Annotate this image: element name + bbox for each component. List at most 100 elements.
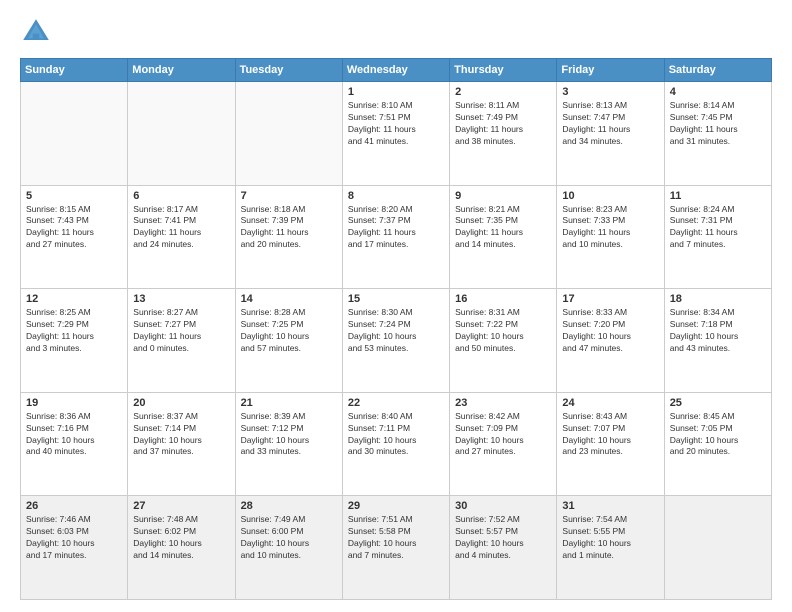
weekday-header-saturday: Saturday bbox=[664, 59, 771, 82]
day-info: Sunrise: 8:28 AM Sunset: 7:25 PM Dayligh… bbox=[241, 307, 337, 355]
calendar-cell: 8Sunrise: 8:20 AM Sunset: 7:37 PM Daylig… bbox=[342, 185, 449, 289]
calendar-cell bbox=[21, 82, 128, 186]
day-number: 3 bbox=[562, 86, 658, 98]
day-number: 4 bbox=[670, 86, 766, 98]
day-info: Sunrise: 8:40 AM Sunset: 7:11 PM Dayligh… bbox=[348, 411, 444, 459]
day-info: Sunrise: 8:24 AM Sunset: 7:31 PM Dayligh… bbox=[670, 204, 766, 252]
logo bbox=[20, 16, 56, 48]
day-number: 21 bbox=[241, 397, 337, 409]
day-number: 12 bbox=[26, 293, 122, 305]
header bbox=[20, 16, 772, 48]
day-number: 24 bbox=[562, 397, 658, 409]
calendar-cell: 13 Sunrise: 8:27 AM Sunset: 7:27 PM Dayli… bbox=[128, 289, 235, 393]
day-number: 7 bbox=[241, 190, 337, 202]
calendar-cell: 4Sunrise: 8:14 AM Sunset: 7:45 PM Daylig… bbox=[664, 82, 771, 186]
calendar-cell: 16 Sunrise: 8:31 AM Sunset: 7:22 PM Dayli… bbox=[450, 289, 557, 393]
weekday-header-friday: Friday bbox=[557, 59, 664, 82]
day-number: 11 bbox=[670, 190, 766, 202]
day-number: 20 bbox=[133, 397, 229, 409]
day-info: Sunrise: 8:13 AM Sunset: 7:47 PM Dayligh… bbox=[562, 100, 658, 148]
day-info: Sunrise: 8:18 AM Sunset: 7:39 PM Dayligh… bbox=[241, 204, 337, 252]
day-info: Sunrise: 8:17 AM Sunset: 7:41 PM Dayligh… bbox=[133, 204, 229, 252]
day-info: Sunrise: 8:45 AM Sunset: 7:05 PM Dayligh… bbox=[670, 411, 766, 459]
calendar-cell: 12 Sunrise: 8:25 AM Sunset: 7:29 PM Dayli… bbox=[21, 289, 128, 393]
day-number: 19 bbox=[26, 397, 122, 409]
day-number: 1 bbox=[348, 86, 444, 98]
day-number: 29 bbox=[348, 500, 444, 512]
calendar-cell: 9Sunrise: 8:21 AM Sunset: 7:35 PM Daylig… bbox=[450, 185, 557, 289]
day-info: Sunrise: 8:34 AM Sunset: 7:18 PM Dayligh… bbox=[670, 307, 766, 355]
day-info: Sunrise: 8:11 AM Sunset: 7:49 PM Dayligh… bbox=[455, 100, 551, 148]
day-info: Sunrise: 8:25 AM Sunset: 7:29 PM Dayligh… bbox=[26, 307, 122, 355]
calendar-cell: 3 Sunrise: 8:13 AM Sunset: 7:47 PM Daylig… bbox=[557, 82, 664, 186]
week-row-3: 12 Sunrise: 8:25 AM Sunset: 7:29 PM Dayli… bbox=[21, 289, 772, 393]
calendar-cell: 31 Sunrise: 7:54 AM Sunset: 5:55 PM Dayli… bbox=[557, 496, 664, 600]
calendar-cell: 29 Sunrise: 7:51 AM Sunset: 5:58 PM Dayli… bbox=[342, 496, 449, 600]
calendar-cell: 7 Sunrise: 8:18 AM Sunset: 7:39 PM Daylig… bbox=[235, 185, 342, 289]
calendar-cell: 5Sunrise: 8:15 AM Sunset: 7:43 PM Daylig… bbox=[21, 185, 128, 289]
day-info: Sunrise: 8:10 AM Sunset: 7:51 PM Dayligh… bbox=[348, 100, 444, 148]
weekday-header-thursday: Thursday bbox=[450, 59, 557, 82]
calendar-table: SundayMondayTuesdayWednesdayThursdayFrid… bbox=[20, 58, 772, 600]
day-number: 18 bbox=[670, 293, 766, 305]
calendar-cell: 28 Sunrise: 7:49 AM Sunset: 6:00 PM Dayli… bbox=[235, 496, 342, 600]
day-number: 10 bbox=[562, 190, 658, 202]
weekday-header-wednesday: Wednesday bbox=[342, 59, 449, 82]
day-number: 8 bbox=[348, 190, 444, 202]
day-info: Sunrise: 8:42 AM Sunset: 7:09 PM Dayligh… bbox=[455, 411, 551, 459]
calendar-cell: 20 Sunrise: 8:37 AM Sunset: 7:14 PM Dayli… bbox=[128, 392, 235, 496]
calendar-cell: 24Sunrise: 8:43 AM Sunset: 7:07 PM Dayli… bbox=[557, 392, 664, 496]
calendar-cell: 10 Sunrise: 8:23 AM Sunset: 7:33 PM Dayli… bbox=[557, 185, 664, 289]
day-number: 2 bbox=[455, 86, 551, 98]
day-info: Sunrise: 8:33 AM Sunset: 7:20 PM Dayligh… bbox=[562, 307, 658, 355]
day-number: 16 bbox=[455, 293, 551, 305]
calendar-cell: 1 Sunrise: 8:10 AM Sunset: 7:51 PM Daylig… bbox=[342, 82, 449, 186]
day-info: Sunrise: 8:39 AM Sunset: 7:12 PM Dayligh… bbox=[241, 411, 337, 459]
day-number: 22 bbox=[348, 397, 444, 409]
calendar-cell: 27 Sunrise: 7:48 AM Sunset: 6:02 PM Dayli… bbox=[128, 496, 235, 600]
week-row-1: 1 Sunrise: 8:10 AM Sunset: 7:51 PM Daylig… bbox=[21, 82, 772, 186]
weekday-header-row: SundayMondayTuesdayWednesdayThursdayFrid… bbox=[21, 59, 772, 82]
day-info: Sunrise: 8:31 AM Sunset: 7:22 PM Dayligh… bbox=[455, 307, 551, 355]
week-row-2: 5Sunrise: 8:15 AM Sunset: 7:43 PM Daylig… bbox=[21, 185, 772, 289]
day-number: 6 bbox=[133, 190, 229, 202]
weekday-header-monday: Monday bbox=[128, 59, 235, 82]
calendar-cell: 18 Sunrise: 8:34 AM Sunset: 7:18 PM Dayli… bbox=[664, 289, 771, 393]
calendar-cell bbox=[128, 82, 235, 186]
day-number: 23 bbox=[455, 397, 551, 409]
calendar-cell: 17 Sunrise: 8:33 AM Sunset: 7:20 PM Dayli… bbox=[557, 289, 664, 393]
day-number: 31 bbox=[562, 500, 658, 512]
calendar-cell: 15Sunrise: 8:30 AM Sunset: 7:24 PM Dayli… bbox=[342, 289, 449, 393]
day-info: Sunrise: 7:52 AM Sunset: 5:57 PM Dayligh… bbox=[455, 514, 551, 562]
calendar-cell: 25 Sunrise: 8:45 AM Sunset: 7:05 PM Dayli… bbox=[664, 392, 771, 496]
day-info: Sunrise: 7:51 AM Sunset: 5:58 PM Dayligh… bbox=[348, 514, 444, 562]
day-info: Sunrise: 8:23 AM Sunset: 7:33 PM Dayligh… bbox=[562, 204, 658, 252]
week-row-5: 26Sunrise: 7:46 AM Sunset: 6:03 PM Dayli… bbox=[21, 496, 772, 600]
day-number: 17 bbox=[562, 293, 658, 305]
calendar-cell bbox=[664, 496, 771, 600]
day-number: 15 bbox=[348, 293, 444, 305]
day-number: 25 bbox=[670, 397, 766, 409]
day-info: Sunrise: 7:48 AM Sunset: 6:02 PM Dayligh… bbox=[133, 514, 229, 562]
day-info: Sunrise: 8:36 AM Sunset: 7:16 PM Dayligh… bbox=[26, 411, 122, 459]
day-number: 28 bbox=[241, 500, 337, 512]
day-info: Sunrise: 7:54 AM Sunset: 5:55 PM Dayligh… bbox=[562, 514, 658, 562]
day-info: Sunrise: 7:49 AM Sunset: 6:00 PM Dayligh… bbox=[241, 514, 337, 562]
weekday-header-tuesday: Tuesday bbox=[235, 59, 342, 82]
day-number: 27 bbox=[133, 500, 229, 512]
calendar-cell: 21 Sunrise: 8:39 AM Sunset: 7:12 PM Dayli… bbox=[235, 392, 342, 496]
day-info: Sunrise: 7:46 AM Sunset: 6:03 PM Dayligh… bbox=[26, 514, 122, 562]
calendar-cell: 11 Sunrise: 8:24 AM Sunset: 7:31 PM Dayli… bbox=[664, 185, 771, 289]
calendar-cell: 14 Sunrise: 8:28 AM Sunset: 7:25 PM Dayli… bbox=[235, 289, 342, 393]
calendar-cell: 19 Sunrise: 8:36 AM Sunset: 7:16 PM Dayli… bbox=[21, 392, 128, 496]
day-info: Sunrise: 8:15 AM Sunset: 7:43 PM Dayligh… bbox=[26, 204, 122, 252]
day-number: 13 bbox=[133, 293, 229, 305]
day-info: Sunrise: 8:37 AM Sunset: 7:14 PM Dayligh… bbox=[133, 411, 229, 459]
calendar-cell: 23 Sunrise: 8:42 AM Sunset: 7:09 PM Dayli… bbox=[450, 392, 557, 496]
calendar-cell: 26Sunrise: 7:46 AM Sunset: 6:03 PM Dayli… bbox=[21, 496, 128, 600]
day-info: Sunrise: 8:21 AM Sunset: 7:35 PM Dayligh… bbox=[455, 204, 551, 252]
calendar-cell: 22 Sunrise: 8:40 AM Sunset: 7:11 PM Dayli… bbox=[342, 392, 449, 496]
day-number: 14 bbox=[241, 293, 337, 305]
day-info: Sunrise: 8:27 AM Sunset: 7:27 PM Dayligh… bbox=[133, 307, 229, 355]
weekday-header-sunday: Sunday bbox=[21, 59, 128, 82]
